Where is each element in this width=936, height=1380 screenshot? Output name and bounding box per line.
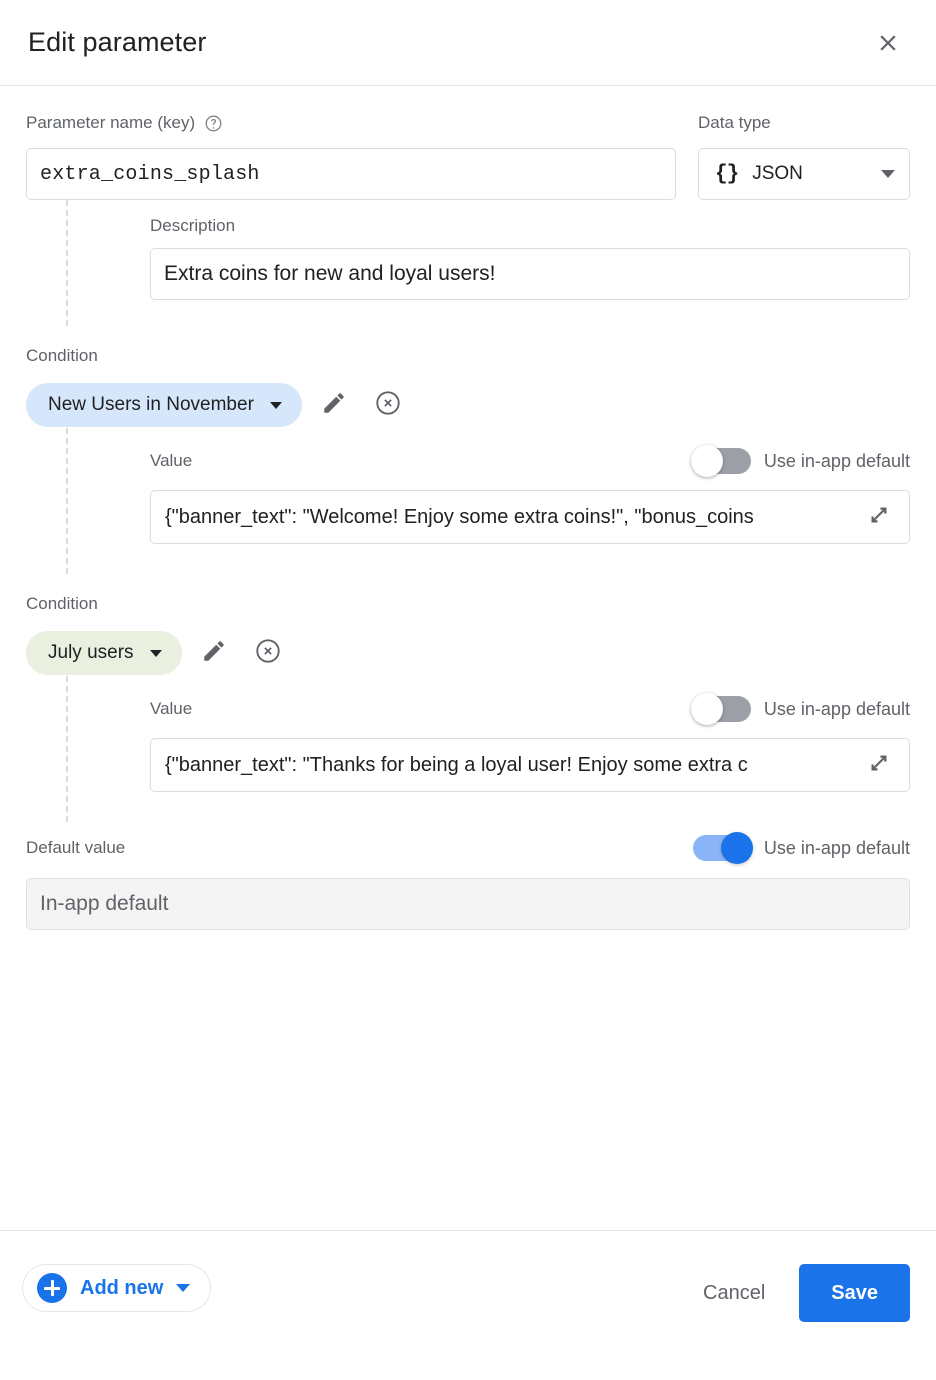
expand-diagonal-icon bbox=[867, 751, 891, 780]
dialog-body: Parameter name (key) extra_coins_splash … bbox=[0, 86, 936, 1230]
pencil-icon bbox=[321, 390, 347, 421]
dialog-footer: Add new Cancel Save bbox=[0, 1230, 936, 1380]
use-in-app-default-toggle[interactable] bbox=[693, 448, 751, 474]
parameter-name-label-line: Parameter name (key) bbox=[26, 110, 676, 136]
chevron-down-icon bbox=[176, 1284, 190, 1292]
chevron-down-icon bbox=[881, 170, 895, 178]
condition-chip-july-users[interactable]: July users bbox=[26, 631, 182, 675]
toggle-caption: Use in-app default bbox=[764, 451, 910, 472]
data-type-group: Data type {} JSON bbox=[698, 110, 910, 200]
parameter-name-input[interactable]: extra_coins_splash bbox=[26, 148, 676, 200]
expand-value-button[interactable] bbox=[859, 497, 899, 537]
data-type-label: Data type bbox=[698, 113, 771, 133]
chevron-down-icon bbox=[270, 402, 282, 409]
description-label: Description bbox=[150, 216, 910, 236]
add-new-button[interactable]: Add new bbox=[22, 1264, 211, 1312]
expand-value-button[interactable] bbox=[859, 745, 899, 785]
footer-actions: Cancel Save bbox=[685, 1264, 910, 1322]
cancel-button[interactable]: Cancel bbox=[685, 1268, 783, 1318]
default-value-header: Default value Use in-app default bbox=[26, 832, 910, 864]
condition-heading: Condition bbox=[26, 594, 910, 614]
value-header: Value Use in-app default bbox=[150, 694, 910, 724]
remove-circle-icon bbox=[254, 637, 282, 670]
condition-value-text: {"banner_text": "Welcome! Enjoy some ext… bbox=[165, 506, 859, 529]
plus-icon bbox=[37, 1273, 67, 1303]
condition-section-1: Condition New Users in November bbox=[26, 346, 910, 574]
pencil-icon bbox=[201, 638, 227, 669]
edit-condition-button[interactable] bbox=[312, 383, 356, 427]
chevron-down-icon bbox=[150, 650, 162, 657]
condition-chip-label: New Users in November bbox=[48, 394, 254, 416]
use-in-app-default-toggle-group-2[interactable]: Use in-app default bbox=[693, 696, 910, 722]
description-group: Description Extra coins for new and loya… bbox=[66, 200, 910, 326]
description-input[interactable]: Extra coins for new and loyal users! bbox=[150, 248, 910, 300]
condition-chip-row: July users bbox=[26, 630, 910, 676]
use-in-app-default-toggle-group-default[interactable]: Use in-app default bbox=[693, 835, 910, 861]
value-label: Value bbox=[150, 699, 192, 719]
default-value-label: Default value bbox=[26, 838, 125, 858]
parameter-name-group: Parameter name (key) extra_coins_splash bbox=[26, 110, 676, 200]
close-button[interactable] bbox=[866, 21, 910, 65]
remove-condition-button[interactable] bbox=[366, 383, 410, 427]
condition-value-field-1[interactable]: {"banner_text": "Welcome! Enjoy some ext… bbox=[150, 490, 910, 544]
toggle-caption: Use in-app default bbox=[764, 699, 910, 720]
toggle-caption: Use in-app default bbox=[764, 838, 910, 859]
close-icon bbox=[875, 30, 901, 56]
condition-value-group-1: Value Use in-app default {"banner_text":… bbox=[66, 428, 910, 574]
default-value-field: In-app default bbox=[26, 878, 910, 930]
data-type-value: JSON bbox=[752, 163, 867, 185]
condition-heading: Condition bbox=[26, 346, 910, 366]
default-value-section: Default value Use in-app default In-app … bbox=[26, 832, 910, 930]
remove-circle-icon bbox=[374, 389, 402, 422]
add-new-label: Add new bbox=[80, 1277, 163, 1300]
value-label: Value bbox=[150, 451, 192, 471]
use-in-app-default-toggle[interactable] bbox=[693, 696, 751, 722]
use-in-app-default-toggle-group-1[interactable]: Use in-app default bbox=[693, 448, 910, 474]
toggle-knob bbox=[721, 832, 753, 864]
condition-chip-label: July users bbox=[48, 642, 134, 664]
edit-condition-button[interactable] bbox=[192, 631, 236, 675]
dialog-header: Edit parameter bbox=[0, 0, 936, 86]
json-braces-icon: {} bbox=[715, 163, 738, 186]
condition-section-2: Condition July users bbox=[26, 594, 910, 822]
page-title: Edit parameter bbox=[28, 27, 206, 58]
condition-value-text: {"banner_text": "Thanks for being a loya… bbox=[165, 754, 859, 777]
data-type-select[interactable]: {} JSON bbox=[698, 148, 910, 200]
help-circle-icon[interactable] bbox=[204, 114, 223, 133]
condition-chip-new-users-in-november[interactable]: New Users in November bbox=[26, 383, 302, 427]
expand-diagonal-icon bbox=[867, 503, 891, 532]
parameter-name-label: Parameter name (key) bbox=[26, 113, 195, 133]
parameter-name-row: Parameter name (key) extra_coins_splash … bbox=[26, 86, 910, 200]
data-type-label-line: Data type bbox=[698, 110, 910, 136]
condition-value-field-2[interactable]: {"banner_text": "Thanks for being a loya… bbox=[150, 738, 910, 792]
save-button[interactable]: Save bbox=[799, 1264, 910, 1322]
toggle-knob bbox=[691, 445, 723, 477]
remove-condition-button[interactable] bbox=[246, 631, 290, 675]
use-in-app-default-toggle[interactable] bbox=[693, 835, 751, 861]
toggle-knob bbox=[691, 693, 723, 725]
condition-chip-row: New Users in November bbox=[26, 382, 910, 428]
condition-value-group-2: Value Use in-app default {"banner_text":… bbox=[66, 676, 910, 822]
value-header: Value Use in-app default bbox=[150, 446, 910, 476]
